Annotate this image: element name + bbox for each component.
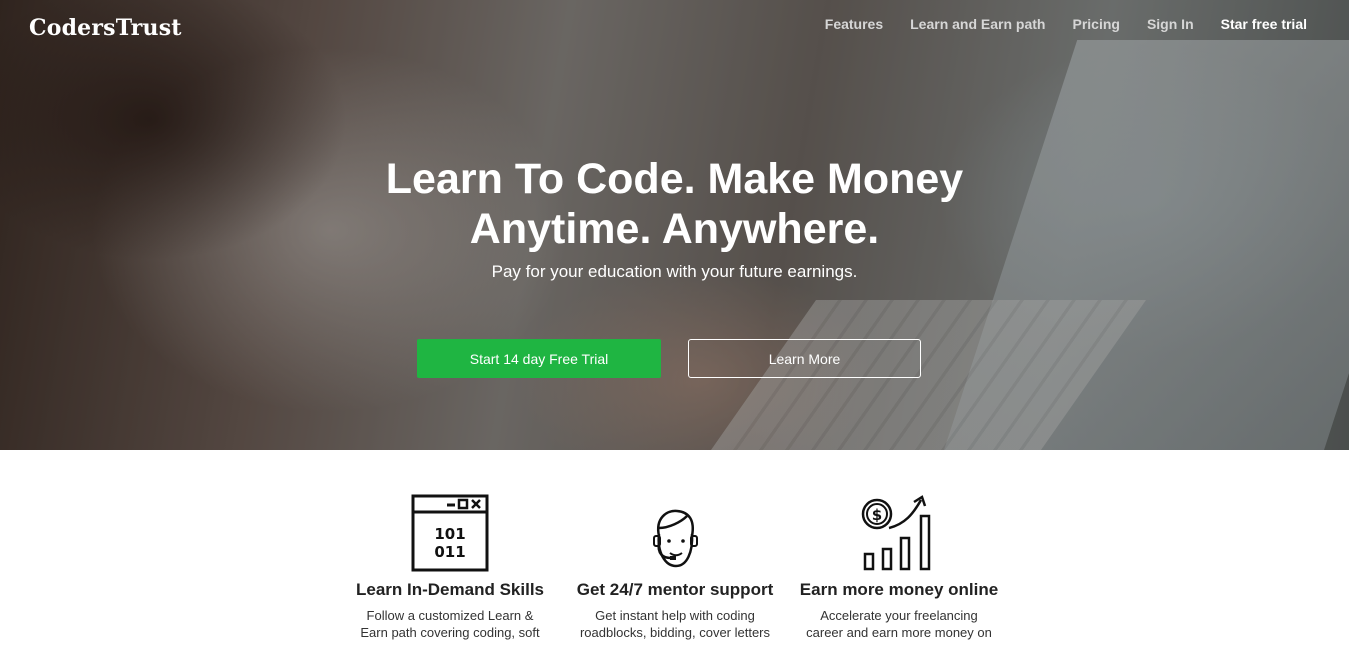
feature-desc-line2: career and earn more money on [806, 625, 992, 640]
feature-title: Get 24/7 mentor support [576, 580, 774, 599]
dollar-sign: $ [872, 506, 882, 524]
feature-desc-line1: Accelerate your freelancing [820, 608, 978, 623]
feature-title: Earn more money online [799, 580, 999, 599]
feature-desc-line1: Follow a customized Learn & [366, 608, 534, 623]
binary-line2: 011 [434, 543, 465, 561]
feature-description: Follow a customized Learn & Earn path co… [350, 607, 550, 641]
nav-free-trial[interactable]: Star free trial [1221, 16, 1307, 32]
learn-more-button[interactable]: Learn More [688, 339, 921, 378]
mentor-headset-icon [575, 494, 775, 572]
nav-learn-and-earn-path[interactable]: Learn and Earn path [910, 16, 1045, 32]
feature-desc-line2: roadblocks, bidding, cover letters [579, 625, 771, 640]
binary-code-window-icon: 101 011 [350, 494, 550, 572]
feature-learn-skills: 101 011 Learn In-Demand Skills Follow a … [350, 494, 550, 641]
binary-line1: 101 [434, 525, 465, 543]
feature-description: Accelerate your freelancing career and e… [799, 607, 999, 641]
nav-sign-in[interactable]: Sign In [1147, 16, 1194, 32]
feature-title: Learn In-Demand Skills [356, 580, 544, 599]
hero-subheadline: Pay for your education with your future … [491, 262, 858, 281]
nav-pricing[interactable]: Pricing [1072, 16, 1119, 32]
start-free-trial-button[interactable]: Start 14 day Free Trial [417, 339, 661, 378]
site-logo[interactable]: CodersTrust [29, 15, 182, 41]
hero-headline-line1: Learn To Code. Make Money [385, 155, 964, 203]
hero-headline-line2: Anytime. Anywhere. [469, 205, 880, 253]
feature-mentor-support: Get 24/7 mentor support Get instant help… [575, 494, 775, 641]
feature-desc-line2: Earn path covering coding, soft [360, 625, 540, 640]
money-growth-chart-icon: $ [799, 494, 999, 572]
hero-headline: Learn To Code. Make Money Anytime. Anywh… [0, 154, 1349, 254]
nav-features[interactable]: Features [825, 16, 883, 32]
feature-description: Get instant help with coding roadblocks,… [575, 607, 775, 641]
top-nav: Features Learn and Earn path Pricing Sig… [825, 16, 1307, 32]
feature-desc-line1: Get instant help with coding [595, 608, 755, 623]
feature-earn-money: $ Earn more money online Accelerate your… [799, 494, 999, 641]
hero-section: CodersTrust Features Learn and Earn path… [0, 0, 1349, 450]
